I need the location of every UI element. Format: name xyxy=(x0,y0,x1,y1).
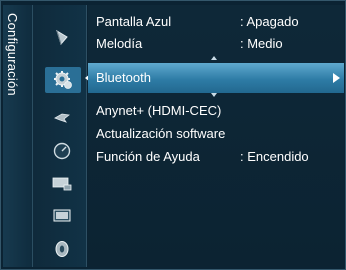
sound-icon[interactable] xyxy=(52,107,72,127)
picture-icon[interactable] xyxy=(52,27,72,47)
menu-item-label: Bluetooth xyxy=(96,70,151,85)
menu-item-label: Pantalla Azul xyxy=(96,14,172,29)
menu-item-label: Anynet+ (HDMI-CEC) xyxy=(96,103,222,118)
menu-item-bluetooth[interactable]: Bluetooth xyxy=(88,63,344,93)
category-label: Configuración xyxy=(5,13,20,96)
menu-item-value: : Encendido xyxy=(240,149,309,164)
menu-item-label: Actualización software xyxy=(96,126,226,141)
support-icon[interactable] xyxy=(52,239,72,259)
menu-item-value: : Apagado xyxy=(240,14,299,29)
menu-item-funcion-de-ayuda[interactable]: Función de Ayuda : Encendido xyxy=(96,147,340,167)
input-icon[interactable] xyxy=(52,173,72,193)
menu-item-value: : Medio xyxy=(240,36,283,51)
application-icon[interactable] xyxy=(52,206,72,226)
category-strip: Configuración xyxy=(3,5,33,267)
menu-item-label: Función de Ayuda xyxy=(96,149,200,164)
menu-item-actualizacion-software[interactable]: Actualización software xyxy=(96,124,340,144)
scroll-up-icon xyxy=(211,56,217,60)
menu-item-label: Melodía xyxy=(96,36,143,51)
menu-item-anynet[interactable]: Anynet+ (HDMI-CEC) xyxy=(96,101,340,121)
chevron-right-icon xyxy=(333,73,340,83)
menu-item-melodia[interactable]: Melodía : Medio xyxy=(96,34,340,54)
icon-column xyxy=(33,5,87,267)
scroll-down-icon xyxy=(211,93,217,97)
settings-panel: Pantalla Azul : Apagado Melodía : Medio … xyxy=(88,5,344,267)
menu-item-pantalla-azul[interactable]: Pantalla Azul : Apagado xyxy=(96,12,340,32)
menu-frame: Configuración Pantalla Azul: Apagado Me… xyxy=(0,0,346,270)
channel-icon[interactable] xyxy=(52,141,72,161)
setup-gear-icon[interactable] xyxy=(45,67,81,93)
